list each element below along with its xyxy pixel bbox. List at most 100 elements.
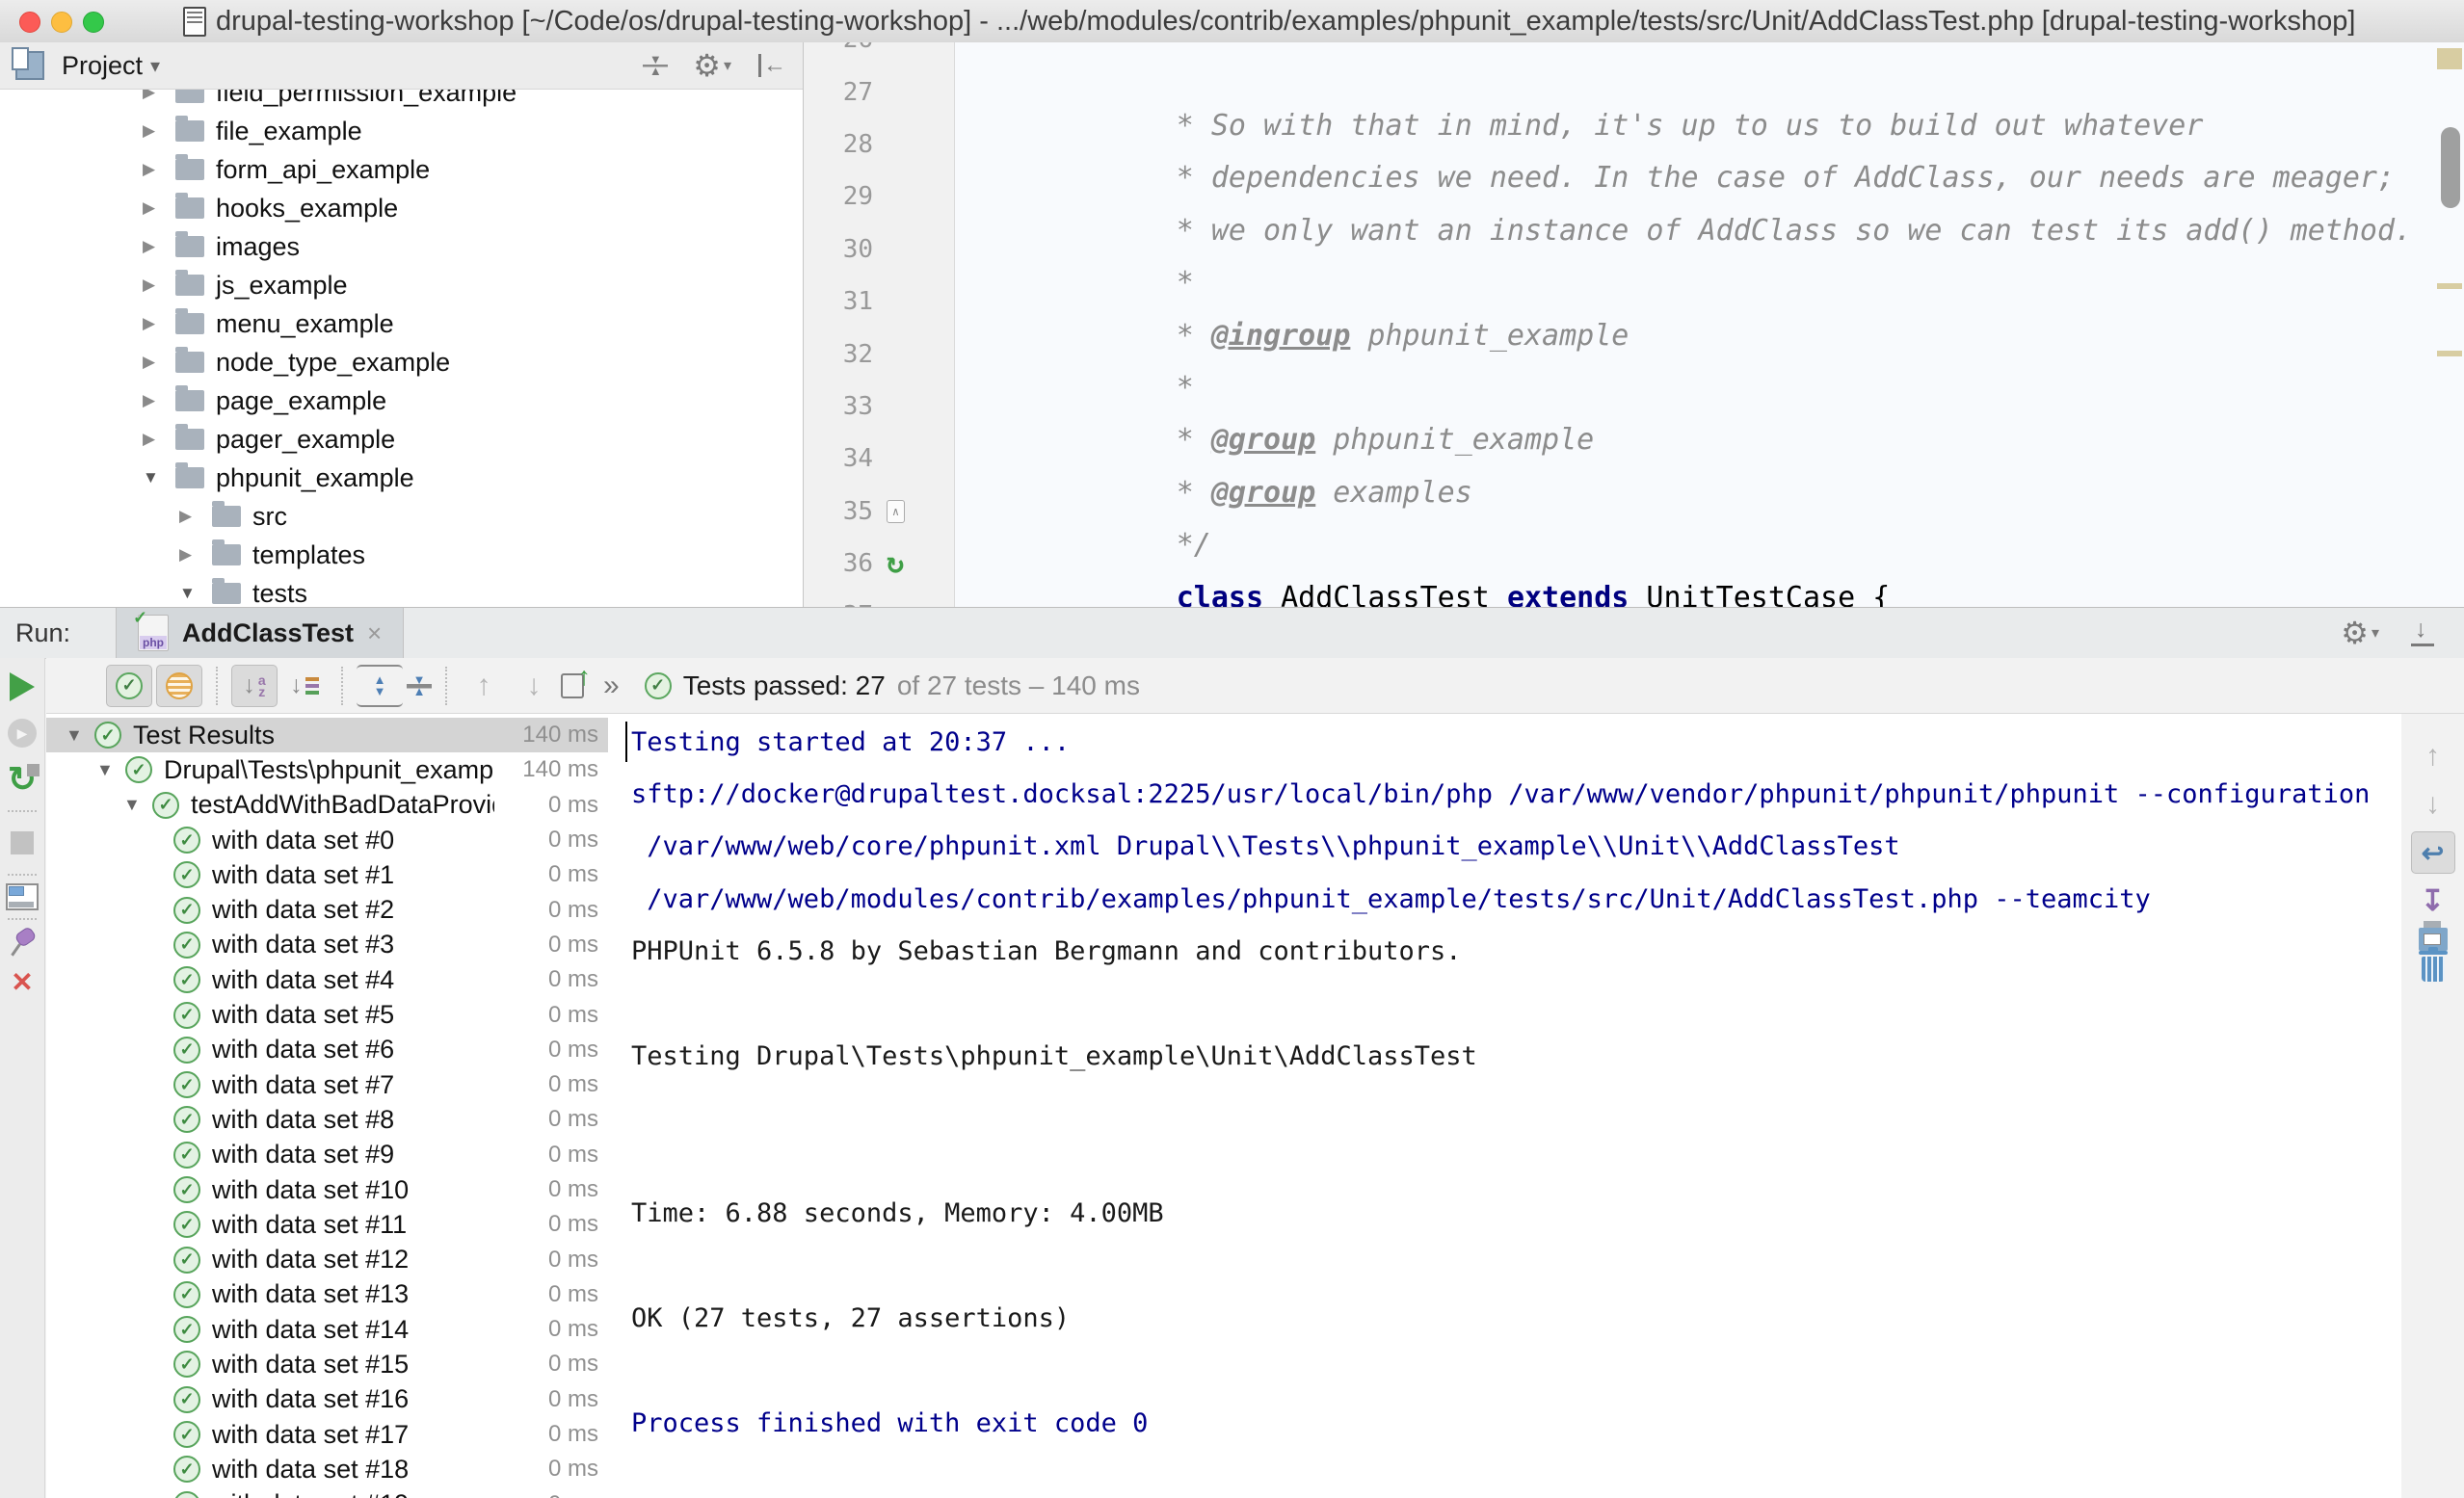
rerun-failed-tests-button[interactable]	[1, 710, 43, 756]
test-suite-row[interactable]: Drupal\Tests\phpunit_examp 140 ms	[46, 752, 608, 787]
folder-name[interactable]: hooks_example	[216, 194, 398, 223]
test-case-row[interactable]: with data set #15 0 ms	[46, 1347, 608, 1381]
project-tree-row[interactable]: js_example	[0, 266, 803, 304]
disclosure-triangle-icon[interactable]	[143, 391, 175, 410]
test-case-row[interactable]: with data set #1 0 ms	[46, 857, 608, 892]
disclosure-triangle-icon[interactable]	[143, 198, 175, 218]
hide-panel-icon[interactable]	[756, 51, 785, 80]
project-tree-row[interactable]: field_permission_example	[0, 89, 803, 112]
test-case-row[interactable]: with data set #10 0 ms	[46, 1172, 608, 1207]
disclosure-triangle-icon[interactable]	[143, 353, 175, 372]
run-tab[interactable]: php ✓ AddClassTest ×	[116, 608, 404, 658]
soft-wrap-toggle[interactable]	[2411, 831, 2455, 874]
toggle-auto-test-button[interactable]	[1, 756, 43, 802]
disclosure-triangle-icon[interactable]	[143, 121, 175, 141]
close-panel-button[interactable]	[1, 959, 43, 1005]
next-occurrence-button[interactable]	[2411, 783, 2455, 826]
project-tree-row[interactable]: tests	[0, 574, 803, 607]
test-case-row[interactable]: with data set #9 0 ms	[46, 1138, 608, 1172]
collapse-arrow-icon[interactable]	[96, 760, 125, 780]
project-tree-row[interactable]: form_api_example	[0, 150, 803, 189]
test-case-row[interactable]: with data set #16 0 ms	[46, 1382, 608, 1417]
project-tree-row[interactable]: pager_example	[0, 420, 803, 459]
disclosure-triangle-icon[interactable]	[143, 160, 175, 179]
folder-name[interactable]: pager_example	[216, 425, 395, 455]
scroll-to-end-button[interactable]	[2411, 880, 2455, 922]
scroll-from-source-icon[interactable]	[643, 54, 668, 77]
collapse-arrow-icon[interactable]	[66, 725, 94, 746]
chevron-down-icon[interactable]: ▾	[150, 54, 160, 78]
close-tab-icon[interactable]: ×	[367, 618, 382, 648]
project-tree-row[interactable]: phpunit_example	[0, 459, 803, 497]
stop-button[interactable]	[1, 820, 43, 866]
folder-name[interactable]: menu_example	[216, 309, 394, 339]
project-tree-row[interactable]: menu_example	[0, 304, 803, 343]
test-case-row[interactable]: with data set #2 0 ms	[46, 892, 608, 927]
test-case-row[interactable]: with data set #18 0 ms	[46, 1452, 608, 1486]
disclosure-triangle-icon[interactable]	[143, 430, 175, 449]
test-case-row[interactable]: with data set #7 0 ms	[46, 1067, 608, 1102]
project-tree[interactable]: field_permission_example file_example fo…	[0, 89, 803, 607]
test-case-row[interactable]: with data set #14 0 ms	[46, 1312, 608, 1347]
test-case-row[interactable]: with data set #17 0 ms	[46, 1417, 608, 1452]
folder-name[interactable]: file_example	[216, 117, 362, 146]
disclosure-triangle-icon[interactable]	[143, 276, 175, 295]
pin-tab-toggle[interactable]	[8, 928, 37, 959]
project-tree-row[interactable]: src	[0, 497, 803, 536]
close-window-button[interactable]	[19, 12, 40, 33]
sort-by-duration-button[interactable]	[281, 665, 328, 707]
test-case-row[interactable]: with data set #6 0 ms	[46, 1033, 608, 1067]
test-case-row[interactable]: with data set #13 0 ms	[46, 1277, 608, 1312]
console-output[interactable]: Testing started at 20:37 ...sftp://docke…	[608, 714, 2401, 1498]
show-ignored-toggle[interactable]	[156, 665, 202, 707]
folder-name[interactable]: images	[216, 232, 300, 262]
expand-all-button[interactable]	[357, 665, 403, 707]
disclosure-triangle-icon[interactable]	[179, 584, 212, 603]
next-failed-test-button[interactable]	[511, 665, 557, 707]
disclosure-triangle-icon[interactable]	[143, 237, 175, 256]
project-tree-row[interactable]: file_example	[0, 112, 803, 150]
test-case-row[interactable]: with data set #12 0 ms	[46, 1242, 608, 1276]
test-method-row[interactable]: testAddWithBadDataProvid 0 ms	[46, 788, 608, 823]
project-settings-button[interactable]: ⚙ ▾	[693, 50, 731, 81]
test-case-row[interactable]: with data set #0 0 ms	[46, 823, 608, 857]
test-case-row[interactable]: with data set #19 0 ms	[46, 1487, 608, 1498]
test-case-row[interactable]: with data set #11 0 ms	[46, 1207, 608, 1242]
project-tree-row[interactable]: images	[0, 227, 803, 266]
disclosure-triangle-icon[interactable]	[179, 545, 212, 565]
sort-alphabetically-toggle[interactable]	[231, 665, 278, 707]
code-editor[interactable]: 26 ↻ 27 ↻	[804, 42, 2464, 607]
project-tree-row[interactable]: node_type_example	[0, 343, 803, 381]
test-case-row[interactable]: with data set #5 0 ms	[46, 997, 608, 1032]
editor-scrollbar-thumb[interactable]	[2441, 127, 2460, 208]
restore-layout-button[interactable]	[6, 883, 39, 910]
minimize-window-button[interactable]	[51, 12, 72, 33]
folder-name[interactable]: field_permission_example	[216, 89, 517, 108]
test-case-row[interactable]: with data set #8 0 ms	[46, 1102, 608, 1137]
test-results-tree[interactable]: Test Results 140 ms Drupal\Tests\phpunit…	[46, 714, 609, 1498]
folder-name[interactable]: tests	[252, 579, 307, 608]
rerun-tests-button[interactable]	[1, 664, 43, 710]
disclosure-triangle-icon[interactable]	[143, 468, 175, 487]
folder-name[interactable]: js_example	[216, 271, 348, 301]
project-tree-row[interactable]: hooks_example	[0, 189, 803, 227]
folder-name[interactable]: templates	[252, 540, 365, 570]
hide-panel-icon[interactable]	[2408, 618, 2437, 647]
collapse-all-button[interactable]	[407, 665, 432, 707]
project-tree-row[interactable]: page_example	[0, 381, 803, 420]
project-tree-row[interactable]: templates	[0, 536, 803, 574]
show-passed-toggle[interactable]	[106, 665, 152, 707]
disclosure-triangle-icon[interactable]	[179, 507, 212, 526]
run-test-gutter-icon[interactable]: ↻	[887, 549, 904, 578]
fold-icon[interactable]	[887, 500, 905, 523]
previous-failed-test-button[interactable]	[461, 665, 507, 707]
folder-name[interactable]: page_example	[216, 386, 386, 416]
clear-all-button[interactable]	[2422, 957, 2445, 982]
project-panel-title[interactable]: Project	[62, 51, 143, 81]
folder-name[interactable]: phpunit_example	[216, 463, 414, 493]
test-case-row[interactable]: with data set #3 0 ms	[46, 928, 608, 962]
collapse-arrow-icon[interactable]	[123, 795, 152, 815]
test-case-row[interactable]: with data set #4 0 ms	[46, 962, 608, 997]
folder-name[interactable]: src	[252, 502, 287, 532]
folder-name[interactable]: node_type_example	[216, 348, 450, 378]
